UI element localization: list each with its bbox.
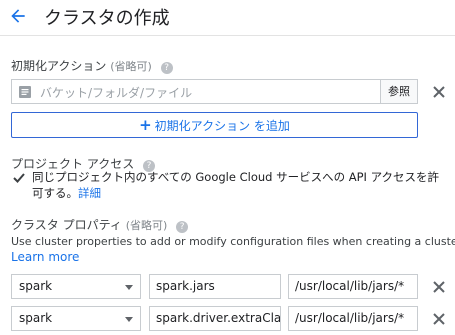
init-action-file-input[interactable]: バケット/フォルダ/ファイル 参照 [11,79,418,104]
file-icon [19,86,31,98]
dropdown-caret-icon [125,285,133,290]
api-access-text: 同じプロジェクト内のすべての Google Cloud サービスへの API ア… [32,169,450,201]
property-prefix-value: spark [19,311,53,325]
property-prefix-select[interactable]: spark [11,274,141,299]
property-value-input[interactable]: /usr/local/lib/jars/* [288,274,418,299]
browse-button[interactable]: 参照 [380,79,418,104]
details-link[interactable]: 詳細 [78,186,101,200]
close-icon[interactable] [432,280,446,294]
close-icon[interactable] [432,312,446,326]
init-actions-optional: (省略可) [110,60,152,73]
property-key-value: spark.jars [156,279,215,293]
init-actions-title: 初期化アクション [11,59,107,73]
dropdown-caret-icon [125,317,133,322]
add-init-action-button[interactable]: + 初期化アクション を追加 [11,112,418,138]
property-value-value: /usr/local/lib/jars/* [295,311,405,325]
property-prefix-value: spark [19,279,53,293]
learn-more-link[interactable]: Learn more [11,250,79,264]
cluster-properties-optional: (省略可) [125,219,168,232]
property-key-value: spark.driver.extraClas [156,311,281,325]
property-key-input[interactable]: spark.driver.extraClas [149,306,281,331]
cluster-properties-title: クラスタ プロパティ [11,218,122,232]
cluster-properties-label: クラスタ プロパティ (省略可) ? [11,216,189,233]
init-actions-label: 初期化アクション (省略可) ? [11,57,173,74]
property-key-input[interactable]: spark.jars [149,274,281,299]
close-icon[interactable] [432,85,446,99]
property-value-value: /usr/local/lib/jars/* [295,279,405,293]
back-arrow-icon[interactable] [8,6,28,26]
plus-icon: + [139,116,152,134]
api-access-checkbox[interactable] [13,172,25,184]
add-init-action-label: 初期化アクション を追加 [154,119,290,133]
property-prefix-select[interactable]: spark [11,306,141,331]
help-icon[interactable]: ? [176,221,189,233]
page-header: クラスタの作成 [0,0,455,36]
help-icon[interactable]: ? [160,62,173,74]
file-input-placeholder: バケット/フォルダ/ファイル [40,86,193,100]
property-value-input[interactable]: /usr/local/lib/jars/* [288,306,418,331]
page-title: クラスタの作成 [44,8,170,29]
cluster-properties-description: Use cluster properties to add or modify … [11,235,455,248]
checkmark-icon [13,173,25,183]
